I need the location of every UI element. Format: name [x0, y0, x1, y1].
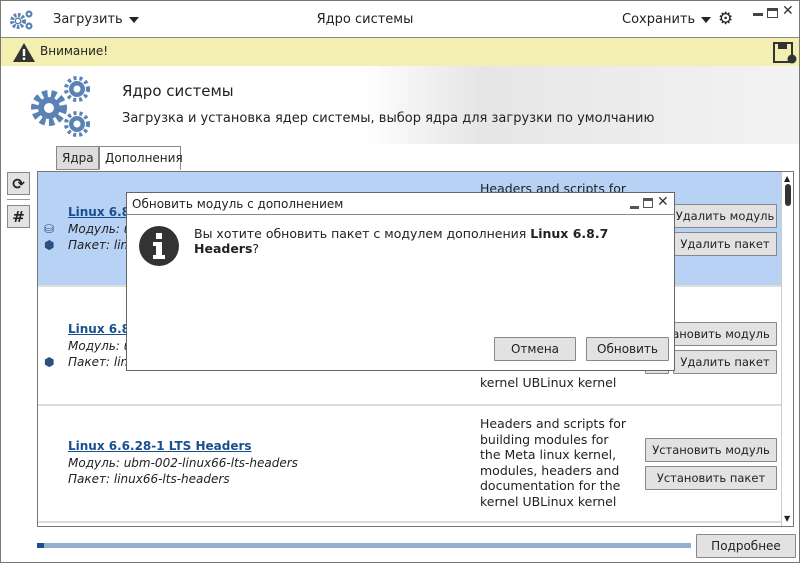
window-title: Ядро системы	[316, 12, 414, 27]
progress-fill	[37, 543, 44, 548]
save-lock-icon[interactable]	[773, 42, 797, 64]
dialog-title-bar: Обновить модуль с дополнением ✕	[127, 193, 674, 215]
package-icon: ⬢	[44, 355, 55, 369]
header-banner: Ядро системы Загрузка и установка ядер с…	[1, 66, 799, 144]
minimize-icon[interactable]	[753, 13, 763, 16]
close-icon[interactable]: ✕	[782, 3, 794, 19]
addon-title-link[interactable]: Linux 6.6.28-1 LTS Headers	[68, 439, 252, 453]
update-dialog: Обновить модуль с дополнением ✕ Вы хотит…	[126, 192, 675, 371]
dialog-message: Вы хотите обновить пакет с модулем допол…	[194, 226, 674, 256]
details-button[interactable]: Подробнее	[696, 534, 796, 558]
install-module-button[interactable]: Установить модуль	[645, 438, 777, 462]
info-icon	[139, 226, 179, 266]
addon-package: Пакет: lin	[68, 355, 129, 369]
minimize-icon[interactable]	[630, 206, 639, 209]
tab-kernels[interactable]: Ядра	[56, 146, 99, 170]
close-icon[interactable]: ✕	[657, 194, 669, 210]
banner-subtitle: Загрузка и установка ядер системы, выбор…	[122, 111, 655, 126]
refresh-icon: ⟳	[12, 174, 25, 193]
remove-package-button[interactable]: Удалить пакет	[673, 232, 777, 256]
addon-module: Модуль: ubm-002-linux66-lts-headers	[68, 456, 298, 470]
remove-module-button[interactable]: Удалить модуль	[673, 204, 777, 228]
maximize-icon[interactable]	[767, 8, 778, 18]
warning-text: Внимание!	[40, 44, 109, 58]
dialog-title: Обновить модуль с дополнением	[132, 197, 344, 211]
addon-module: Модуль: u	[68, 222, 132, 236]
settings-gear-icon[interactable]: ⚙	[718, 9, 733, 29]
title-bar: Загрузить Ядро системы Сохранить ⚙ ✕	[1, 1, 799, 38]
progress-bar	[37, 543, 691, 548]
refresh-button[interactable]: ⟳	[7, 172, 30, 195]
addon-title-link[interactable]: Linux 6.8.	[68, 322, 135, 336]
scroll-thumb[interactable]	[785, 184, 791, 206]
install-package-button[interactable]: Установить пакет	[645, 466, 777, 490]
remove-package-button[interactable]: Удалить пакет	[673, 350, 777, 374]
scrollbar[interactable]: ▲ ▼	[781, 172, 793, 526]
list-item[interactable]: Linux 6.6.28-1 LTS Headers Модуль: ubm-0…	[38, 406, 781, 523]
warning-bar: Внимание!	[1, 38, 799, 66]
package-icon: ⬢	[44, 238, 55, 252]
module-icon: ⛁	[44, 222, 55, 236]
dialog-message-text: Вы хотите обновить пакет с модулем допол…	[194, 226, 531, 241]
banner-title: Ядро системы	[122, 82, 234, 100]
update-button[interactable]: Обновить	[586, 337, 669, 361]
addon-module: Модуль: u	[68, 339, 132, 353]
hash-button[interactable]: #	[7, 205, 30, 228]
tab-addons[interactable]: Дополнения	[99, 146, 183, 170]
addon-package: Пакет: linux66-lts-headers	[68, 472, 230, 486]
scroll-up-icon[interactable]: ▲	[784, 174, 790, 183]
divider	[7, 199, 30, 200]
addon-description: Headers and scripts for building modules…	[480, 416, 626, 509]
save-menu-label: Сохранить	[622, 12, 696, 27]
save-menu[interactable]: Сохранить	[622, 12, 712, 27]
chevron-down-icon	[701, 16, 712, 23]
warning-triangle-icon	[13, 43, 35, 62]
cancel-button[interactable]: Отмена	[494, 337, 576, 361]
dialog-message-end: ?	[252, 241, 260, 256]
hash-icon: #	[12, 207, 25, 226]
scroll-down-icon[interactable]: ▼	[784, 514, 790, 523]
main-window: Загрузить Ядро системы Сохранить ⚙ ✕ Вни…	[0, 0, 800, 563]
addon-title-link[interactable]: Linux 6.8.	[68, 205, 135, 219]
maximize-icon[interactable]	[643, 198, 653, 208]
kernel-gears-icon	[31, 76, 90, 137]
